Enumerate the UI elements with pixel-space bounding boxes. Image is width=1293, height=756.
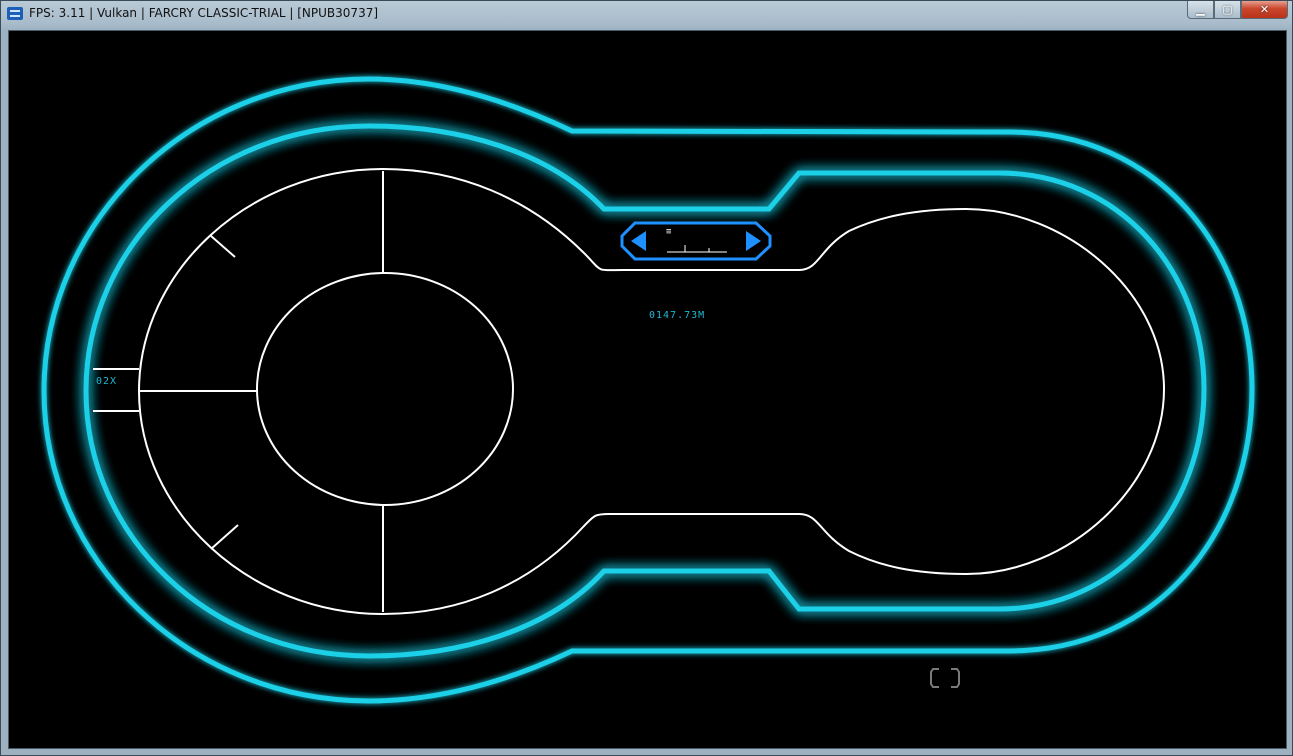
emulator-window: FPS: 3.11 | Vulkan | FARCRY CLASSIC-TRIA… bbox=[0, 0, 1293, 756]
maximize-button[interactable]: ▢ bbox=[1214, 1, 1241, 19]
tick-upper-left bbox=[210, 235, 236, 258]
distance-readout: 0147.73M bbox=[649, 310, 706, 321]
window-title: FPS: 3.11 | Vulkan | FARCRY CLASSIC-TRIA… bbox=[29, 6, 379, 20]
app-icon bbox=[7, 7, 23, 20]
minimize-icon: ▁ bbox=[1196, 3, 1205, 16]
title-bar[interactable]: FPS: 3.11 | Vulkan | FARCRY CLASSIC-TRIA… bbox=[1, 1, 1293, 27]
game-viewport[interactable]: ≡ 0147.73M 02X bbox=[8, 30, 1287, 749]
left-arrow-icon[interactable] bbox=[631, 231, 646, 251]
close-icon: ✕ bbox=[1259, 3, 1270, 16]
zoom-readout: 02X bbox=[96, 376, 118, 387]
tick-lower-left bbox=[210, 524, 239, 550]
maximize-icon: ▢ bbox=[1222, 3, 1233, 16]
right-arrow-icon[interactable] bbox=[746, 231, 761, 251]
white-outline bbox=[137, 167, 1166, 616]
close-button[interactable]: ✕ bbox=[1241, 1, 1288, 19]
bracket-icon bbox=[930, 668, 960, 688]
lens-circle bbox=[256, 272, 514, 506]
minimize-button[interactable]: ▁ bbox=[1187, 1, 1214, 19]
scope-hud bbox=[41, 76, 1255, 704]
compass-marker: ≡ bbox=[666, 227, 673, 237]
